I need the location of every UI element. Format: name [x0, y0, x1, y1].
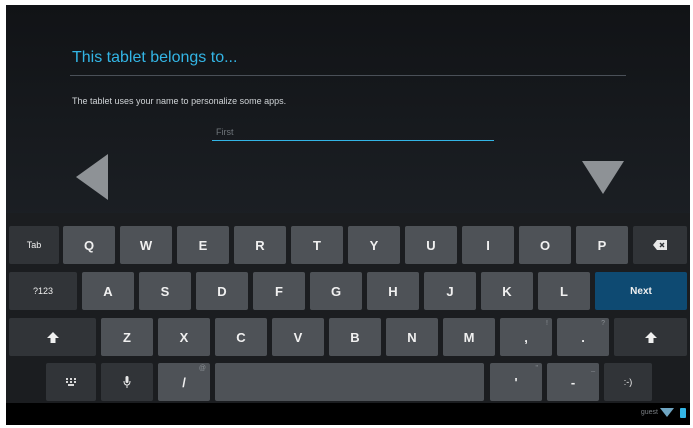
key-j[interactable]: J	[424, 272, 476, 310]
key-v[interactable]: V	[272, 318, 324, 356]
first-name-input[interactable]	[212, 124, 494, 141]
tab-key[interactable]: Tab	[9, 226, 59, 264]
key-a[interactable]: A	[82, 272, 134, 310]
shift-left-key[interactable]	[9, 318, 96, 356]
title-divider	[70, 75, 626, 76]
at-hint: @	[198, 365, 206, 372]
system-status-bar: guest	[6, 403, 690, 425]
exclamation-hint: !	[546, 320, 548, 327]
underscore-hint: _	[591, 365, 595, 372]
shift-up-arrow-icon	[644, 331, 657, 343]
voice-input-key[interactable]	[101, 363, 153, 401]
key-k[interactable]: K	[481, 272, 533, 310]
onscreen-keyboard: Tab Q W E R T Y U I O P ?123 A S D F G H…	[6, 213, 690, 403]
slash-key[interactable]: / @	[158, 363, 210, 401]
apostrophe-key[interactable]: ' "	[490, 363, 542, 401]
key-l[interactable]: L	[538, 272, 590, 310]
key-g[interactable]: G	[310, 272, 362, 310]
key-p[interactable]: P	[576, 226, 628, 264]
key-c[interactable]: C	[215, 318, 267, 356]
key-i[interactable]: I	[462, 226, 514, 264]
question-hint: ?	[601, 320, 605, 327]
next-key[interactable]: Next	[595, 272, 687, 310]
key-s[interactable]: S	[139, 272, 191, 310]
period-key[interactable]: . ?	[557, 318, 609, 356]
next-arrow-icon[interactable]	[582, 161, 624, 194]
user-name: guest	[640, 409, 658, 416]
smiley-key[interactable]: :-)	[604, 363, 652, 401]
description-text: The tablet uses your name to personalize…	[72, 96, 287, 106]
space-bar[interactable]	[215, 363, 484, 401]
keyboard-settings-icon	[66, 378, 76, 386]
key-r[interactable]: R	[234, 226, 286, 264]
symbols-key[interactable]: ?123	[9, 272, 77, 310]
key-x[interactable]: X	[158, 318, 210, 356]
key-n[interactable]: N	[386, 318, 438, 356]
keyboard-settings-key[interactable]	[46, 363, 96, 401]
key-t[interactable]: T	[291, 226, 343, 264]
comma-label: ,	[524, 329, 528, 345]
shift-up-arrow-icon	[46, 331, 59, 343]
backspace-key[interactable]	[633, 226, 687, 264]
key-b[interactable]: B	[329, 318, 381, 356]
backspace-icon	[653, 240, 667, 250]
dash-key[interactable]: - _	[547, 363, 599, 401]
slash-label: /	[182, 374, 186, 390]
page-title: This tablet belongs to...	[72, 49, 238, 66]
key-z[interactable]: Z	[101, 318, 153, 356]
key-y[interactable]: Y	[348, 226, 400, 264]
battery-icon	[680, 408, 686, 418]
period-label: .	[581, 329, 585, 345]
shift-right-key[interactable]	[614, 318, 687, 356]
key-u[interactable]: U	[405, 226, 457, 264]
quote-hint: "	[535, 365, 539, 372]
dash-label: -	[570, 374, 576, 390]
key-d[interactable]: D	[196, 272, 248, 310]
tablet-screen: This tablet belongs to... The tablet use…	[6, 5, 690, 425]
comma-key[interactable]: , !	[500, 318, 552, 356]
key-o[interactable]: O	[519, 226, 571, 264]
key-m[interactable]: M	[443, 318, 495, 356]
key-h[interactable]: H	[367, 272, 419, 310]
microphone-icon	[123, 376, 131, 388]
key-e[interactable]: E	[177, 226, 229, 264]
key-f[interactable]: F	[253, 272, 305, 310]
apostrophe-label: '	[514, 374, 518, 390]
back-arrow-icon[interactable]	[76, 154, 108, 200]
key-w[interactable]: W	[120, 226, 172, 264]
wifi-icon	[660, 408, 674, 417]
key-q[interactable]: Q	[63, 226, 115, 264]
